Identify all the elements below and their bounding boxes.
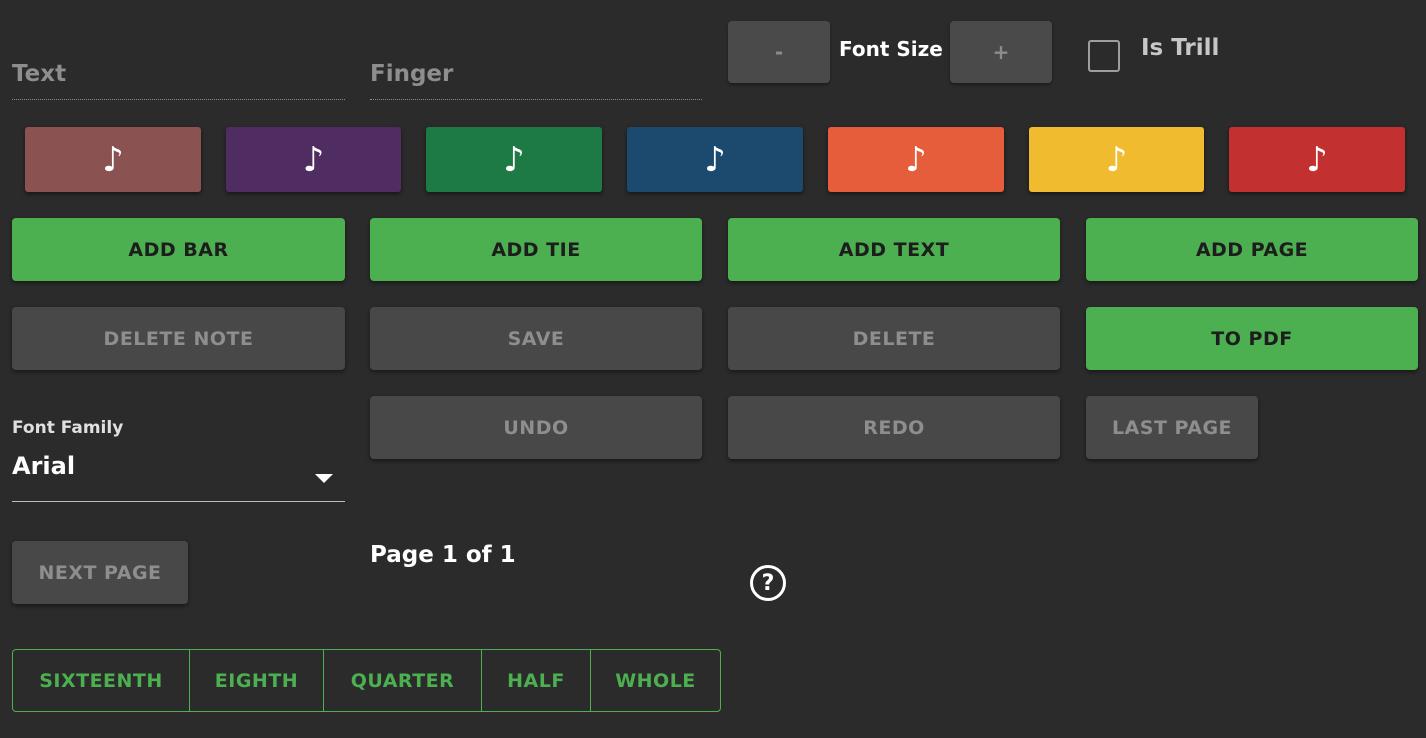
note-color-button-6[interactable]: ♪ bbox=[1029, 127, 1204, 192]
duration-eighth[interactable]: EIGHTH bbox=[190, 650, 324, 711]
save-button[interactable]: SAVE bbox=[370, 307, 702, 370]
font-size-decrease-button[interactable]: - bbox=[728, 21, 830, 83]
duration-toggle-group: SIXTEENTH EIGHTH QUARTER HALF WHOLE bbox=[12, 649, 721, 712]
note-color-button-3[interactable]: ♪ bbox=[426, 127, 602, 192]
font-family-value: Arial bbox=[12, 452, 76, 480]
font-size-label: Font Size bbox=[839, 37, 943, 61]
note-color-button-4[interactable]: ♪ bbox=[627, 127, 803, 192]
text-input[interactable] bbox=[12, 48, 345, 99]
music-note-icon: ♪ bbox=[503, 139, 525, 180]
note-color-button-1[interactable]: ♪ bbox=[25, 127, 201, 192]
add-tie-button[interactable]: ADD TIE bbox=[370, 218, 702, 281]
help-icon[interactable]: ? bbox=[750, 565, 786, 601]
to-pdf-button[interactable]: TO PDF bbox=[1086, 307, 1418, 370]
redo-button[interactable]: REDO bbox=[728, 396, 1060, 459]
music-note-icon: ♪ bbox=[704, 139, 726, 180]
undo-button[interactable]: UNDO bbox=[370, 396, 702, 459]
next-page-button[interactable]: NEXT PAGE bbox=[12, 541, 188, 604]
music-note-icon: ♪ bbox=[102, 139, 124, 180]
page-indicator: Page 1 of 1 bbox=[370, 542, 516, 568]
delete-button[interactable]: DELETE bbox=[728, 307, 1060, 370]
font-size-increase-button[interactable]: + bbox=[950, 21, 1052, 83]
question-mark-glyph: ? bbox=[761, 570, 775, 596]
add-text-button[interactable]: ADD TEXT bbox=[728, 218, 1060, 281]
font-family-label: Font Family bbox=[12, 418, 124, 438]
duration-whole[interactable]: WHOLE bbox=[591, 650, 720, 711]
duration-quarter[interactable]: QUARTER bbox=[324, 650, 482, 711]
trill-checkbox[interactable] bbox=[1088, 40, 1120, 72]
note-color-button-7[interactable]: ♪ bbox=[1229, 127, 1405, 192]
text-field[interactable] bbox=[12, 48, 345, 100]
music-note-icon: ♪ bbox=[905, 139, 927, 180]
chevron-down-icon bbox=[315, 474, 333, 483]
add-page-button[interactable]: ADD PAGE bbox=[1086, 218, 1418, 281]
note-color-button-2[interactable]: ♪ bbox=[226, 127, 401, 192]
last-page-button[interactable]: LAST PAGE bbox=[1086, 396, 1258, 459]
trill-label: Is Trill bbox=[1141, 35, 1220, 61]
finger-input[interactable] bbox=[370, 48, 702, 99]
music-note-icon: ♪ bbox=[302, 139, 325, 180]
add-bar-button[interactable]: ADD BAR bbox=[12, 218, 345, 281]
duration-sixteenth[interactable]: SIXTEENTH bbox=[13, 650, 190, 711]
music-note-icon: ♪ bbox=[1306, 139, 1328, 180]
music-note-icon: ♪ bbox=[1105, 139, 1128, 180]
delete-note-button[interactable]: DELETE NOTE bbox=[12, 307, 345, 370]
note-color-button-5[interactable]: ♪ bbox=[828, 127, 1004, 192]
duration-half[interactable]: HALF bbox=[482, 650, 591, 711]
font-family-select[interactable]: Arial bbox=[12, 446, 345, 502]
finger-field[interactable] bbox=[370, 48, 702, 100]
